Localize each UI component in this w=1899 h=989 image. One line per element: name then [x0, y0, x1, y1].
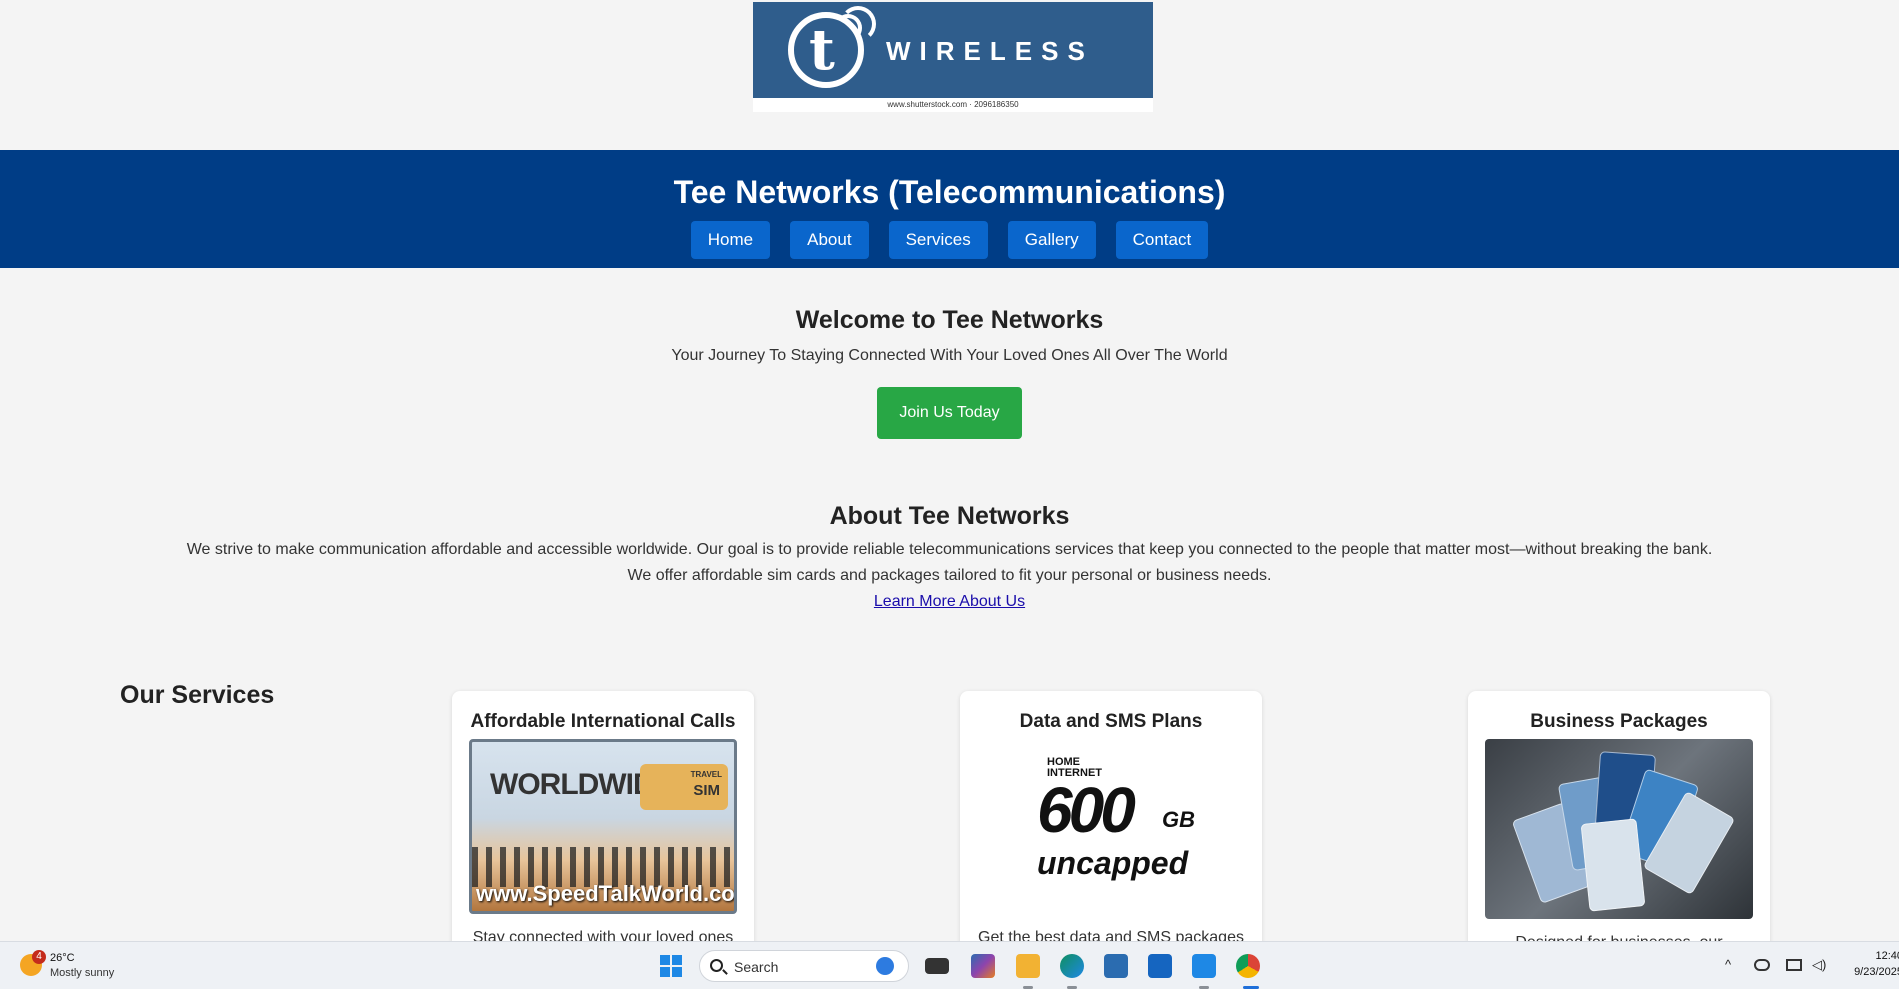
taskbar-search[interactable]: Search	[699, 950, 909, 982]
site-header: Tee Networks (Telecommunications) Home A…	[0, 150, 1899, 268]
nav-contact[interactable]: Contact	[1115, 221, 1209, 259]
copilot-icon[interactable]	[971, 954, 995, 978]
join-us-button[interactable]: Join Us Today	[877, 387, 1022, 439]
nav-gallery[interactable]: Gallery	[1007, 221, 1096, 259]
welcome-heading: Welcome to Tee Networks	[795, 306, 1104, 334]
nav-home[interactable]: Home	[690, 221, 771, 259]
weather-condition: Mostly sunny	[50, 967, 115, 979]
volume-icon[interactable]: ◁)	[1812, 957, 1826, 973]
service-card-data[interactable]: Data and SMS Plans HOME INTERNET 600 GB u…	[960, 691, 1262, 951]
learn-more-link[interactable]: Learn More About Us	[874, 593, 1025, 610]
search-highlight-icon	[876, 957, 894, 975]
about-text-1: We strive to make communication affordab…	[186, 541, 1713, 558]
store-icon[interactable]	[1104, 954, 1128, 978]
cloud-sync-icon[interactable]	[1754, 959, 1770, 971]
card-title: Affordable International Calls	[470, 711, 736, 732]
service-card-calls[interactable]: Affordable International Calls WORLDWIDE…	[452, 691, 754, 951]
windows-taskbar: 4 26°C Mostly sunny Search ^ ◁) 12:40 9/…	[0, 941, 1899, 989]
about-heading: About Tee Networks	[829, 502, 1070, 530]
card-title: Business Packages	[1530, 711, 1708, 732]
main-nav: Home About Services Gallery Contact	[0, 221, 1899, 259]
edge-icon[interactable]	[1060, 954, 1084, 978]
welcome-section: Welcome to Tee Networks Your Journey To …	[0, 306, 1899, 439]
site-logo: t WIRELESS www.shutterstock.com · 209618…	[753, 2, 1153, 112]
task-view-icon[interactable]	[925, 958, 949, 974]
system-clock[interactable]: 12:40 9/23/2025	[1843, 948, 1899, 980]
weather-temp: 26°C	[50, 952, 75, 964]
about-section: About Tee Networks We strive to make com…	[0, 502, 1899, 615]
vscode-icon[interactable]	[1192, 954, 1216, 978]
windows-start-icon[interactable]	[659, 954, 683, 978]
logo-seal-icon: t	[788, 6, 876, 88]
card-title: Data and SMS Plans	[1019, 711, 1203, 732]
travel-sim-image: WORLDWIDE TRAVEL SIM www.SpeedTalkWorld.c…	[469, 739, 737, 914]
bank-cards-image	[1485, 739, 1753, 919]
search-label: Search	[734, 959, 779, 975]
logo-wordmark: WIRELESS	[886, 36, 1094, 66]
service-card-business[interactable]: Business Packages Designed for businesse…	[1468, 691, 1770, 951]
file-explorer-icon[interactable]	[1016, 954, 1040, 978]
notification-badge: 4	[32, 950, 46, 964]
nav-about[interactable]: About	[790, 221, 869, 259]
home-internet-image: HOME INTERNET 600 GB uncapped	[977, 739, 1245, 914]
services-heading: Our Services	[120, 681, 275, 709]
nav-services[interactable]: Services	[888, 221, 988, 259]
search-icon	[710, 959, 723, 972]
site-title: Tee Networks (Telecommunications)	[673, 174, 1226, 210]
database-icon[interactable]	[1148, 954, 1172, 978]
about-text-2: We offer affordable sim cards and packag…	[627, 567, 1272, 584]
logo-credit: www.shutterstock.com · 2096186350	[753, 98, 1153, 112]
network-icon[interactable]	[1786, 959, 1802, 971]
chevron-up-icon[interactable]: ^	[1725, 957, 1731, 972]
welcome-tagline: Your Journey To Staying Connected With Y…	[671, 347, 1228, 364]
chrome-icon[interactable]	[1236, 954, 1260, 978]
